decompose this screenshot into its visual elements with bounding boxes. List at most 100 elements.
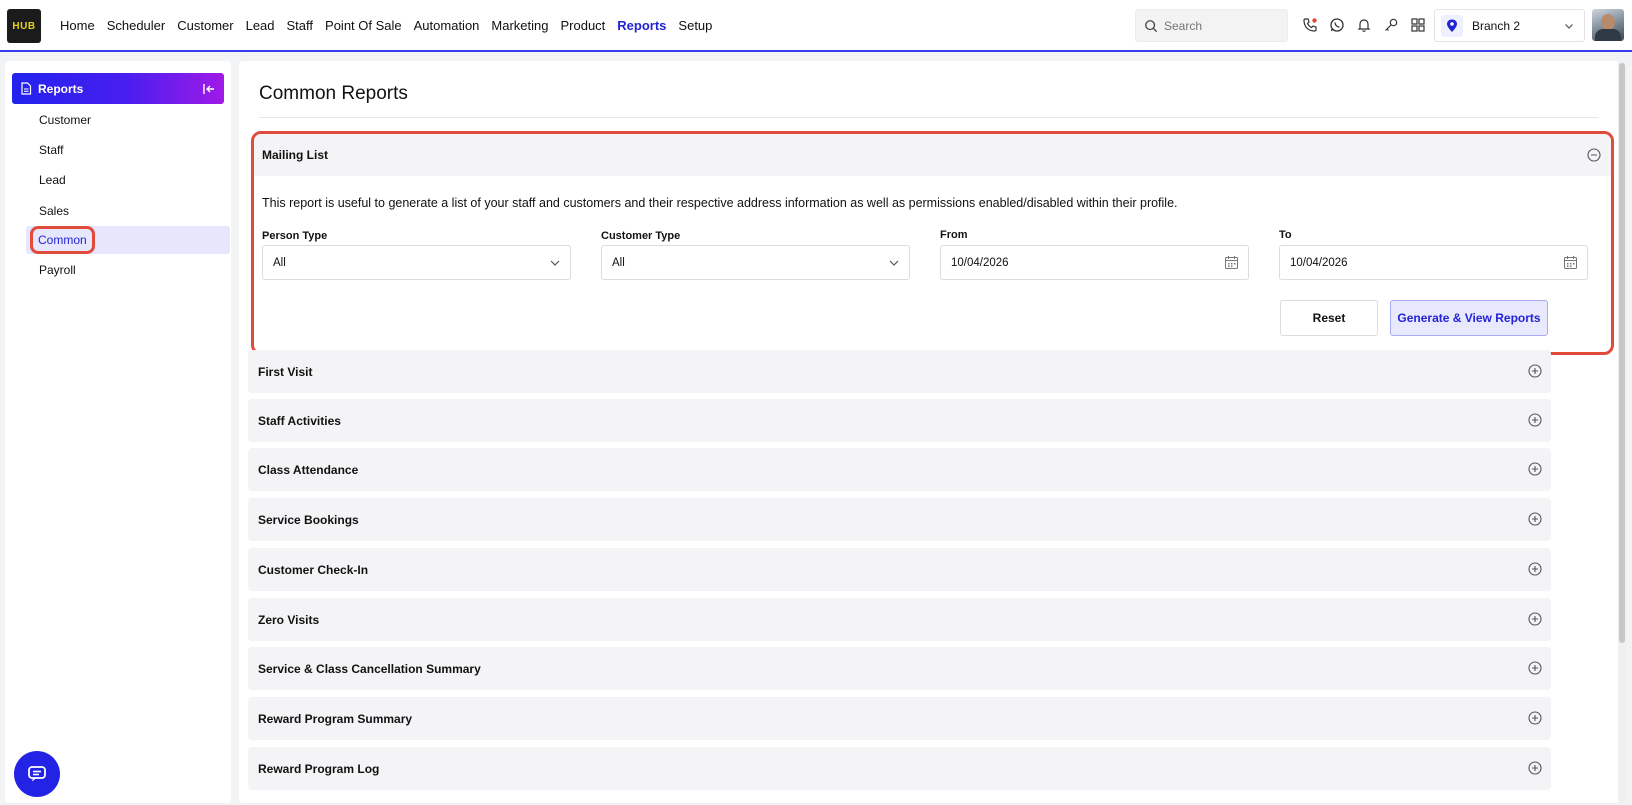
top-navbar: HUB Home Scheduler Customer Lead Staff P… xyxy=(0,0,1632,52)
nav-lead[interactable]: Lead xyxy=(246,18,275,33)
page-title: Common Reports xyxy=(259,83,408,104)
person-type-label: Person Type xyxy=(262,230,328,242)
sidebar-item-staff[interactable]: Staff xyxy=(26,136,230,164)
expand-plus-icon[interactable] xyxy=(1528,462,1542,476)
app-logo[interactable]: HUB xyxy=(7,9,41,43)
customer-type-value: All xyxy=(612,256,625,269)
nav-point-of-sale[interactable]: Point Of Sale xyxy=(325,18,402,33)
expand-plus-icon[interactable] xyxy=(1528,761,1542,775)
sidebar-item-common[interactable]: Common xyxy=(26,226,230,254)
nav-customer[interactable]: Customer xyxy=(177,18,233,33)
accordion-title: Staff Activities xyxy=(258,413,341,428)
phone-icon[interactable] xyxy=(1301,14,1319,36)
whatsapp-icon[interactable] xyxy=(1328,14,1346,36)
nav-staff[interactable]: Staff xyxy=(287,18,314,33)
sidebar-item-label: Lead xyxy=(39,173,66,187)
to-date-value: 10/04/2026 xyxy=(1290,256,1348,269)
avatar-body xyxy=(1595,29,1621,41)
location-pin-icon xyxy=(1441,14,1463,37)
accordion-cancellation-summary[interactable]: Service & Class Cancellation Summary xyxy=(248,647,1551,690)
sidebar-item-label: Staff xyxy=(39,143,64,157)
expand-plus-icon[interactable] xyxy=(1528,661,1542,675)
accordion-title: Zero Visits xyxy=(258,612,320,627)
expand-plus-icon[interactable] xyxy=(1528,711,1542,725)
nav-scheduler[interactable]: Scheduler xyxy=(107,18,166,33)
accordion-title: Class Attendance xyxy=(258,462,359,477)
expand-plus-icon[interactable] xyxy=(1528,512,1542,526)
accordion-class-attendance[interactable]: Class Attendance xyxy=(248,448,1551,491)
key-icon[interactable] xyxy=(1382,14,1400,36)
calendar-icon[interactable] xyxy=(1563,255,1578,270)
accordion-reward-program-summary[interactable]: Reward Program Summary xyxy=(248,697,1551,740)
branch-label: Branch 2 xyxy=(1472,18,1521,33)
sidebar-item-label: Sales xyxy=(39,204,70,218)
generate-view-reports-button[interactable]: Generate & View Reports xyxy=(1390,300,1548,336)
sidebar-item-customer[interactable]: Customer xyxy=(26,106,230,134)
accordion-staff-activities[interactable]: Staff Activities xyxy=(248,399,1551,442)
expand-plus-icon[interactable] xyxy=(1528,413,1542,427)
accordion-title: Service & Class Cancellation Summary xyxy=(258,661,481,676)
user-avatar[interactable] xyxy=(1592,9,1624,41)
mailing-list-header[interactable]: Mailing List xyxy=(254,134,1611,176)
nav-setup[interactable]: Setup xyxy=(678,18,712,33)
accordion-title: Reward Program Summary xyxy=(258,711,413,726)
bell-icon[interactable] xyxy=(1355,14,1373,36)
accordion-title: Service Bookings xyxy=(258,512,359,527)
search-box[interactable] xyxy=(1135,9,1288,42)
nav-reports[interactable]: Reports xyxy=(617,18,666,33)
sidebar-title: Reports xyxy=(38,81,84,96)
chevron-down-icon xyxy=(889,260,899,266)
nav-home[interactable]: Home xyxy=(60,18,95,33)
mailing-list-description: This report is useful to generate a list… xyxy=(262,196,1178,210)
branch-selector[interactable]: Branch 2 xyxy=(1434,9,1585,42)
accordion-title: Reward Program Log xyxy=(258,761,380,776)
search-input[interactable] xyxy=(1164,18,1284,33)
nav-product[interactable]: Product xyxy=(560,18,605,33)
from-date-value: 10/04/2026 xyxy=(951,256,1009,269)
reset-button[interactable]: Reset xyxy=(1280,300,1378,336)
main-scrollbar[interactable] xyxy=(1618,61,1626,803)
sidebar-item-payroll[interactable]: Payroll xyxy=(26,256,230,284)
main-nav: Home Scheduler Customer Lead Staff Point… xyxy=(60,0,712,50)
sidebar-item-sales[interactable]: Sales xyxy=(26,197,230,225)
accordion-reward-program-log[interactable]: Reward Program Log xyxy=(248,747,1551,790)
sidebar-item-label: Customer xyxy=(39,113,92,127)
sidebar-item-label: Payroll xyxy=(39,263,76,277)
divider xyxy=(259,117,1599,118)
avatar-head xyxy=(1601,14,1615,30)
scrollbar-thumb[interactable] xyxy=(1619,63,1625,643)
chevron-down-icon xyxy=(1565,23,1573,29)
top-icon-group xyxy=(1301,14,1427,36)
nav-automation[interactable]: Automation xyxy=(414,18,480,33)
calendar-icon[interactable] xyxy=(1224,255,1239,270)
to-label: To xyxy=(1279,229,1292,241)
chat-launcher-button[interactable] xyxy=(14,751,60,797)
sidebar-item-lead[interactable]: Lead xyxy=(26,166,230,194)
accordion-title: Customer Check-In xyxy=(258,562,369,577)
expand-plus-icon[interactable] xyxy=(1528,562,1542,576)
accordion-service-bookings[interactable]: Service Bookings xyxy=(248,498,1551,541)
customer-type-select[interactable]: All xyxy=(601,245,910,280)
sidebar-header: Reports xyxy=(12,73,224,104)
accordion-zero-visits[interactable]: Zero Visits xyxy=(248,598,1551,641)
customer-type-label: Customer Type xyxy=(601,230,681,242)
from-date-field[interactable]: 10/04/2026 xyxy=(940,245,1249,280)
reports-sidebar: Reports Customer Staff Lead Sales Common… xyxy=(5,61,231,803)
accordion-title: First Visit xyxy=(258,364,313,379)
collapse-sidebar-icon[interactable] xyxy=(202,82,216,96)
person-type-select[interactable]: All xyxy=(262,245,571,280)
document-icon xyxy=(21,82,32,95)
accordion-first-visit[interactable]: First Visit xyxy=(248,350,1551,393)
apps-grid-icon[interactable] xyxy=(1409,14,1427,36)
expand-plus-icon[interactable] xyxy=(1528,612,1542,626)
expand-plus-icon[interactable] xyxy=(1528,364,1542,378)
person-type-value: All xyxy=(273,256,286,269)
sidebar-item-label: Common xyxy=(30,226,95,254)
chat-bubble-icon xyxy=(28,766,46,782)
main-content: Common Reports Mailing List This report … xyxy=(239,61,1619,803)
collapse-minus-icon[interactable] xyxy=(1587,148,1601,162)
accordion-customer-check-in[interactable]: Customer Check-In xyxy=(248,548,1551,591)
nav-marketing[interactable]: Marketing xyxy=(491,18,548,33)
mailing-list-panel: Mailing List This report is useful to ge… xyxy=(251,131,1614,355)
to-date-field[interactable]: 10/04/2026 xyxy=(1279,245,1588,280)
